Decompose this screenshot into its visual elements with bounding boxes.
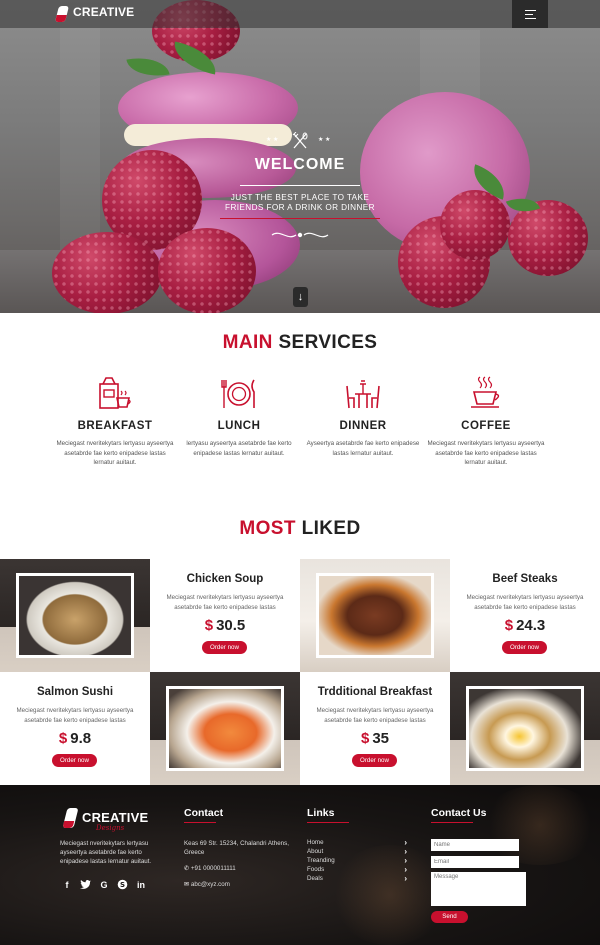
dish-photo-chicken-soup[interactable] [0,559,150,672]
arrow-down-icon: ↓ [297,291,304,303]
chevron-right-icon: › [404,847,407,856]
footer-links-title: Links [307,807,335,819]
dish-card: Chicken Soup Meciegast nveritekytars ler… [150,559,300,672]
skype-icon[interactable]: S [116,879,128,891]
footer-logo-sub: Designs [96,824,125,832]
dish-name: Salmon Sushi [36,686,114,698]
facebook-icon[interactable]: f [61,879,73,891]
background-glow [480,785,600,865]
svg-text:S: S [119,881,124,889]
dish-description: Meciegast nveritekytars lertyasu ayseert… [316,707,434,724]
scroll-down-button[interactable]: ↓ [293,287,308,307]
dish-price: $9.8 [58,730,92,747]
twitter-icon[interactable] [79,879,91,891]
footer-about: Meciegast nveritekytars lertyasu ayseert… [60,840,152,865]
raspberry [508,200,588,276]
coffee-cup-icon [471,376,500,408]
name-field[interactable] [431,839,519,851]
order-now-button[interactable]: Order now [52,754,97,767]
footer-phone: ✆ +91 0000011111 [184,865,236,872]
dish-description: Meciegast nveritekytars lertyasu ayseert… [166,594,284,611]
footer-logo-text[interactable]: CREATIVE [82,810,148,825]
divider [307,822,349,823]
order-now-button[interactable]: Order now [502,641,547,654]
welcome-title: WELCOME [254,156,346,173]
send-button[interactable]: Send [431,911,468,923]
message-field[interactable] [431,872,526,906]
service-label: DINNER [339,420,387,432]
footer-link-foods[interactable]: Foods › [307,865,407,875]
service-text: Meciegast nveritekytars lertyasu ayseert… [427,440,545,466]
dish-price: $24.3 [504,617,546,634]
dish-image [166,686,284,771]
footer-address: Keas 69 Str. 15234, Chalandri Athens, Gr… [184,840,289,856]
service-label: LUNCH [217,420,261,432]
services-title: MAIN SERVICES [222,332,378,353]
service-text: Ayseertya asetabrde fae kerto enipadese … [306,440,420,457]
email-field[interactable] [431,856,519,868]
welcome-subtitle: JUST THE BEST PLACE TO TAKE FRIENDS FOR … [225,193,375,212]
raspberry [440,190,510,260]
divider [431,822,473,823]
footer-link-about[interactable]: About › [307,847,407,857]
google-icon[interactable]: G [98,879,110,891]
logo-text[interactable]: CREATIVE [73,5,134,19]
most-liked-title: MOST LIKED [239,518,361,539]
dish-name: Chicken Soup [186,573,264,585]
service-label: COFFEE [461,420,511,432]
dish-description: Meciegast nveritekytars lertyasu ayseert… [16,707,134,724]
phone-icon: ✆ [184,865,190,872]
dish-name: Beef Steaks [492,573,558,585]
dish-photo-salmon-sushi[interactable] [150,672,300,785]
hero-banner: CREATIVE ★ ★ ★ ★ WELCOME JUST THE BEST P… [0,0,600,313]
raspberry [52,232,162,313]
divider [240,185,360,186]
footer-email[interactable]: ✉ abc@xyz.com [184,880,230,889]
plate-cutlery-icon [221,379,255,408]
chevron-right-icon: › [404,874,407,883]
breakfast-icon [99,377,131,409]
dish-card: Salmon Sushi Meciegast nveritekytars ler… [0,672,150,785]
welcome-panel: ★ ★ ★ ★ WELCOME JUST THE BEST PLACE TO T… [200,130,400,246]
divider [184,822,216,823]
chevron-right-icon: › [404,856,407,865]
chevron-right-icon: › [404,838,407,847]
service-label: BREAKFAST [77,420,153,432]
dinner-table-icon [346,380,380,409]
service-text: Meciegast nveritekytars lertyasu ayseert… [56,440,174,466]
dish-image [316,573,434,658]
order-now-button[interactable]: Order now [352,754,397,767]
linkedin-icon[interactable]: in [135,879,147,891]
dish-photo-breakfast[interactable] [450,672,600,785]
footer-link-home[interactable]: Home › [307,838,407,848]
welcome-decoration: ★ ★ ★ ★ [200,132,400,150]
dish-image [466,686,584,771]
footer-contact-us-title: Contact Us [431,807,487,819]
order-now-button[interactable]: Order now [202,641,247,654]
background-texture [60,0,100,250]
dish-card: Beef Steaks Meciegast nveritekytars lert… [450,559,600,672]
footer-contact-title: Contact [184,807,224,819]
dish-description: Meciegast nveritekytars lertyasu ayseert… [466,594,584,611]
footer-link-treanding[interactable]: Treanding › [307,856,407,866]
chevron-right-icon: › [404,865,407,874]
service-text: lertyasu ayseertya asetabrde fae kerto e… [186,440,292,457]
ornament-icon [271,232,329,238]
hamburger-menu-button[interactable] [512,0,548,28]
logo-icon[interactable] [55,6,69,22]
top-navbar: CREATIVE [0,0,600,28]
fork-knife-icon [292,132,308,149]
dish-price: $30.5 [204,617,246,634]
dish-price: $35 [360,730,390,747]
dish-photo-beef-steaks[interactable] [300,559,450,672]
dish-name: Trdditional Breakfast [317,686,433,698]
divider [220,218,380,219]
footer-link-deals[interactable]: Deals › [307,874,407,884]
dish-image [16,573,134,658]
hamburger-icon [525,10,536,11]
envelope-icon: ✉ [184,881,190,888]
dish-grid: Chicken Soup Meciegast nveritekytars ler… [0,559,600,785]
dish-card: Trdditional Breakfast Meciegast nveritek… [300,672,450,785]
